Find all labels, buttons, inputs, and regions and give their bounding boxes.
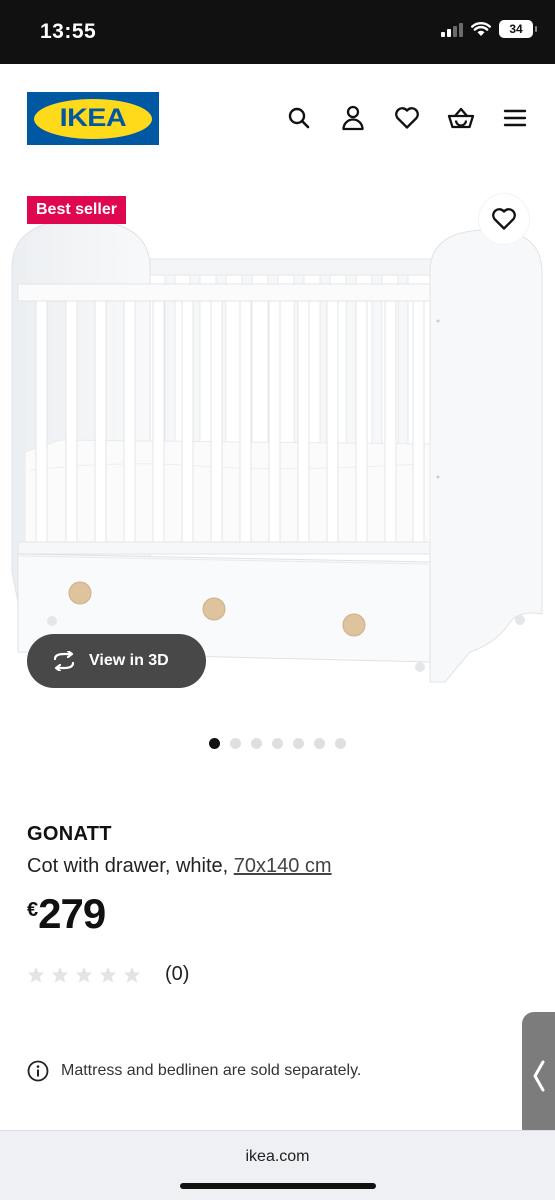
heart-icon: [492, 208, 516, 230]
ikea-logo[interactable]: IKEA: [27, 92, 159, 145]
carousel-dot[interactable]: [272, 738, 283, 749]
logo-text: IKEA: [59, 104, 127, 132]
star-icon: [75, 966, 93, 983]
best-seller-badge: Best seller: [27, 196, 126, 224]
menu-icon[interactable]: [501, 104, 529, 132]
battery-level: 34: [509, 22, 523, 36]
site-header: IKEA: [0, 64, 555, 172]
star-icon: [99, 966, 117, 983]
rating-count: (0): [165, 963, 190, 985]
star-icon: [27, 966, 45, 983]
rotate-3d-icon: [53, 651, 75, 671]
info-note-text: Mattress and bedlinen are sold separatel…: [61, 1062, 362, 1079]
header-icons: [285, 104, 529, 132]
product-description: Cot with drawer, white, 70x140 cm: [27, 855, 332, 878]
product-rating[interactable]: (0): [27, 963, 189, 986]
carousel-dot[interactable]: [335, 738, 346, 749]
product-gallery[interactable]: Best seller View in 3D: [0, 172, 555, 717]
star-icon: [123, 966, 141, 983]
browser-address-bar[interactable]: ikea.com: [0, 1130, 555, 1200]
rating-stars: [27, 966, 141, 984]
wifi-icon: [471, 22, 491, 36]
price-currency: €: [27, 899, 39, 921]
price-amount: 279: [38, 890, 106, 937]
carousel-dot[interactable]: [293, 738, 304, 749]
view-in-3d-button[interactable]: View in 3D: [27, 634, 206, 688]
product-name: GONATT: [27, 823, 112, 845]
url-text[interactable]: ikea.com: [0, 1148, 555, 1166]
home-indicator: [180, 1183, 376, 1189]
chevron-left-icon: [533, 1060, 544, 1092]
carousel-dot[interactable]: [209, 738, 220, 749]
star-icon: [51, 966, 69, 983]
add-to-favourites-button[interactable]: [479, 194, 529, 244]
search-icon[interactable]: [285, 104, 313, 132]
status-time: 13:55: [40, 20, 97, 43]
side-panel-tab[interactable]: [522, 1012, 555, 1140]
status-indicators: 34: [441, 20, 537, 38]
info-icon: [27, 1060, 49, 1082]
product-size-link[interactable]: 70x140 cm: [234, 855, 332, 877]
carousel-dots: [0, 738, 555, 749]
carousel-dot[interactable]: [251, 738, 262, 749]
basket-icon[interactable]: [447, 104, 475, 132]
battery-icon: 34: [499, 20, 537, 38]
info-note: Mattress and bedlinen are sold separatel…: [27, 1060, 361, 1082]
heart-icon[interactable]: [393, 104, 421, 132]
product-description-text: Cot with drawer, white,: [27, 855, 234, 877]
product-image-crib: [11, 219, 543, 683]
cellular-signal-icon: [441, 21, 463, 37]
status-bar: 13:55 34: [0, 0, 555, 64]
logo-oval: IKEA: [34, 98, 152, 139]
carousel-dot[interactable]: [314, 738, 325, 749]
product-price: € 279: [27, 890, 106, 938]
user-icon[interactable]: [339, 104, 367, 132]
view-in-3d-label: View in 3D: [89, 652, 169, 669]
carousel-dot[interactable]: [230, 738, 241, 749]
